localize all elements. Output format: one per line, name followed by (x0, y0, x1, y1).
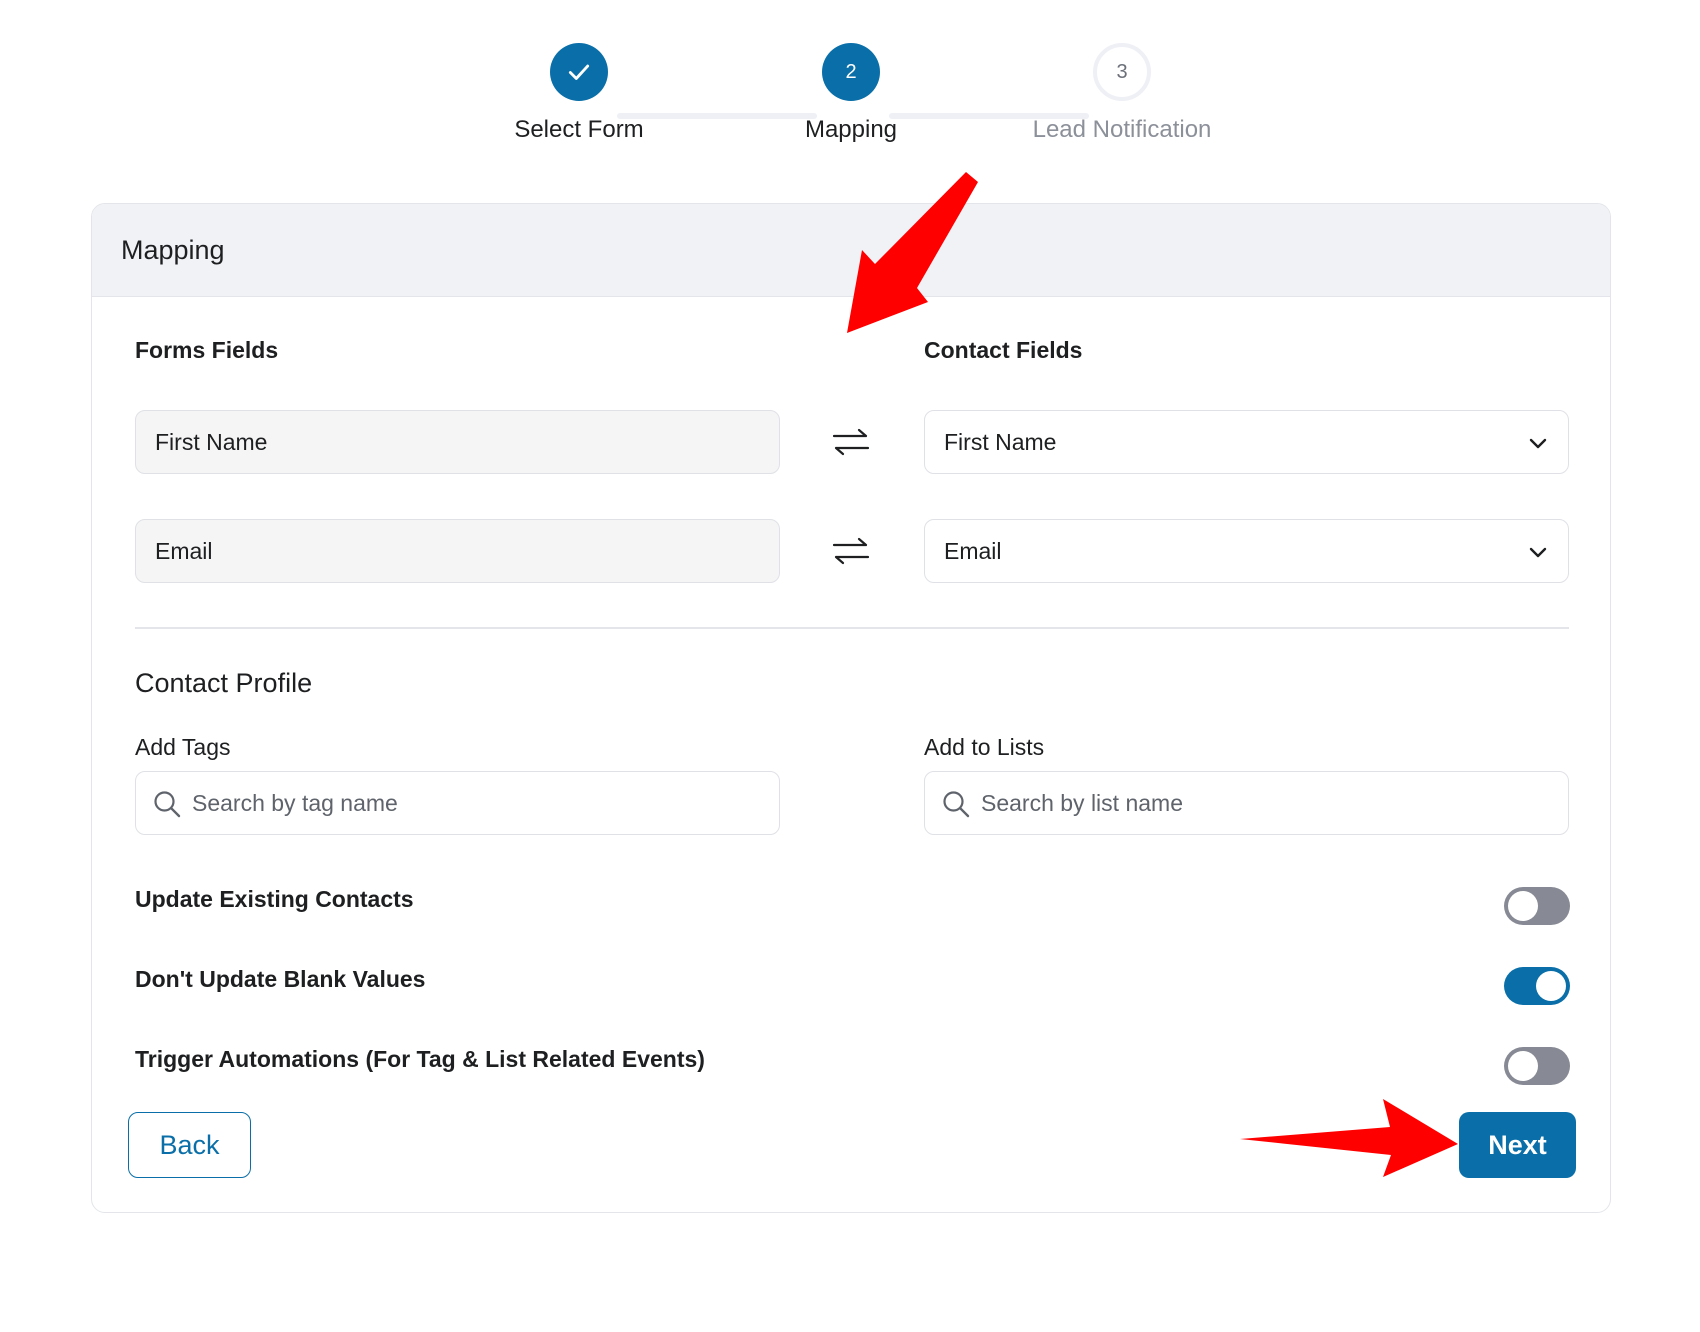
toggle-label-trigger-automations: Trigger Automations (For Tag & List Rela… (135, 1046, 705, 1072)
toggle-knob (1536, 971, 1566, 1001)
swap-arrows-icon (832, 537, 870, 565)
toggle-trigger-automations[interactable] (1504, 1047, 1570, 1085)
step-label: Mapping (804, 116, 898, 143)
card-title: Mapping (121, 234, 225, 265)
step-number: 3 (1093, 43, 1151, 101)
toggle-knob (1508, 1051, 1538, 1081)
page: Select Form 2 Mapping 3 Lead Notificatio… (0, 0, 1700, 1332)
search-icon (154, 791, 181, 818)
search-icon (943, 791, 970, 818)
contact-field-select[interactable]: Email (924, 519, 1569, 583)
tags-search-input[interactable] (192, 772, 762, 834)
tags-search (135, 771, 780, 835)
lists-search (924, 771, 1569, 835)
check-icon (568, 64, 590, 80)
step-select-form[interactable]: Select Form (449, 43, 709, 144)
toggle-knob (1508, 891, 1538, 921)
contact-field-value: First Name (944, 428, 1057, 455)
swap-arrows-icon (832, 428, 870, 456)
step-lead-notification[interactable]: 3 Lead Notification (992, 43, 1252, 144)
step-done-circle (550, 43, 608, 101)
toggle-label-dont-update-blank: Don't Update Blank Values (135, 966, 426, 992)
next-button[interactable]: Next (1459, 1112, 1576, 1178)
chevron-down-icon (1529, 438, 1547, 449)
card-header: Mapping (92, 204, 1610, 297)
add-tags-label: Add Tags (135, 734, 231, 760)
contact-field-value: Email (944, 537, 1002, 564)
contact-profile-title: Contact Profile (135, 668, 313, 698)
step-number: 2 (822, 43, 880, 101)
toggle-dont-update-blank-values[interactable] (1504, 967, 1570, 1005)
form-field-email: Email (135, 519, 780, 583)
toggle-label-update-existing: Update Existing Contacts (135, 886, 414, 912)
contact-fields-heading: Contact Fields (924, 337, 1083, 363)
section-divider (135, 627, 1569, 629)
forms-fields-heading: Forms Fields (135, 337, 279, 363)
step-label: Lead Notification (1032, 116, 1212, 143)
add-to-lists-label: Add to Lists (924, 734, 1045, 760)
toggle-update-existing-contacts[interactable] (1504, 887, 1570, 925)
step-mapping[interactable]: 2 Mapping (721, 43, 981, 144)
contact-field-select[interactable]: First Name (924, 410, 1569, 474)
form-field-first-name: First Name (135, 410, 780, 474)
chevron-down-icon (1529, 547, 1547, 558)
mapping-card: Mapping Forms Fields Contact Fields Firs… (91, 203, 1611, 1213)
lists-search-input[interactable] (981, 772, 1551, 834)
stepper: Select Form 2 Mapping 3 Lead Notificatio… (0, 43, 1700, 163)
step-label: Select Form (514, 116, 644, 143)
back-button[interactable]: Back (128, 1112, 251, 1178)
